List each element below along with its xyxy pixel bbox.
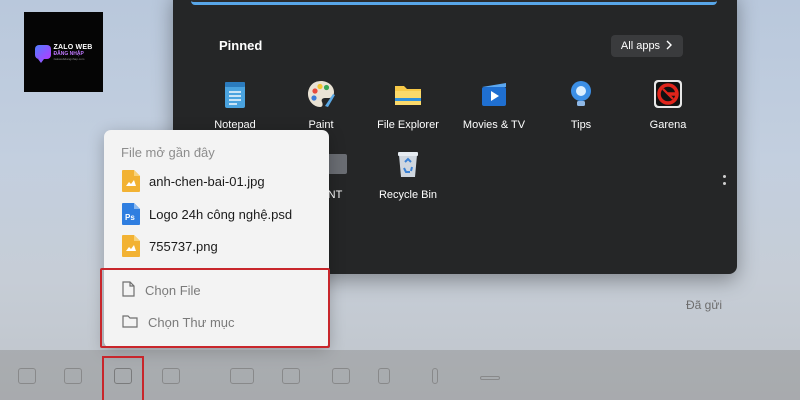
movies-tv-icon [478, 78, 510, 110]
quick-message-icon[interactable] [378, 368, 390, 384]
chat-bubble-icon [34, 45, 51, 63]
recycle-bin-icon [392, 148, 424, 180]
pinned-title: Pinned [219, 38, 263, 53]
logo-line-1: ZALO WEB [53, 43, 93, 51]
logo-line-3: zalowebdangnhap.com [53, 56, 85, 61]
app-paint[interactable]: Paint [276, 78, 366, 131]
app-recycle-bin[interactable]: Recycle Bin [363, 148, 453, 201]
app-movies-tv[interactable]: Movies & TV [449, 78, 539, 131]
recent-file-item[interactable]: anh-chen-bai-01.jpg [122, 170, 265, 192]
garena-icon [652, 78, 684, 110]
lightbulb-icon [565, 78, 597, 110]
annotation-highlight-box [100, 268, 330, 348]
recent-files-title: File mở gần đây [121, 145, 215, 160]
card-icon[interactable] [162, 368, 180, 384]
notepad-icon [219, 78, 251, 110]
app-notepad[interactable]: Notepad [190, 78, 280, 131]
sent-status: Đã gửi [686, 298, 723, 312]
all-apps-label: All apps [620, 40, 661, 52]
app-label: Garena [649, 119, 687, 131]
sticker-icon[interactable] [18, 368, 36, 384]
recent-file-name: anh-chen-bai-01.jpg [149, 173, 265, 189]
dot [723, 182, 726, 185]
photoshop-file-icon: Ps [122, 203, 140, 225]
app-garena[interactable]: Garena [623, 78, 713, 131]
dot [723, 175, 726, 178]
folder-icon [392, 78, 424, 110]
app-label: Tips [570, 119, 592, 131]
recent-file-item[interactable]: Ps Logo 24h công nghệ.psd [122, 203, 292, 225]
all-apps-button[interactable]: All apps [611, 35, 683, 57]
recent-file-name: Logo 24h công nghệ.psd [149, 206, 293, 222]
svg-text:Ps: Ps [125, 213, 135, 222]
site-logo: ZALO WEB ĐĂNG NHẬP zalowebdangnhap.com [24, 12, 103, 92]
reminder-icon[interactable] [332, 368, 350, 384]
app-label: Movies & TV [462, 119, 526, 131]
more-options-icon[interactable] [480, 376, 500, 380]
app-file-explorer[interactable]: File Explorer [363, 78, 453, 131]
chevron-right-icon [666, 40, 673, 53]
recent-file-item[interactable]: 755737.png [122, 235, 218, 257]
emphasis-icon[interactable] [432, 368, 438, 384]
image-icon[interactable] [64, 368, 82, 384]
image-file-icon [122, 170, 140, 192]
app-tips[interactable]: Tips [536, 78, 626, 131]
app-label: Recycle Bin [378, 189, 438, 201]
recent-file-name: 755737.png [149, 238, 218, 254]
paint-palette-icon [305, 78, 337, 110]
image-file-icon [122, 235, 140, 257]
logo-line-2: ĐĂNG NHẬP [53, 50, 84, 57]
start-search-bar[interactable] [191, 0, 717, 5]
attach-button-highlight [102, 356, 144, 400]
app-label: File Explorer [377, 119, 439, 131]
format-icon[interactable] [282, 368, 300, 384]
more-pages-indicator[interactable] [723, 175, 726, 185]
app-label: NT [327, 189, 343, 201]
screenshot-icon[interactable] [230, 368, 254, 384]
